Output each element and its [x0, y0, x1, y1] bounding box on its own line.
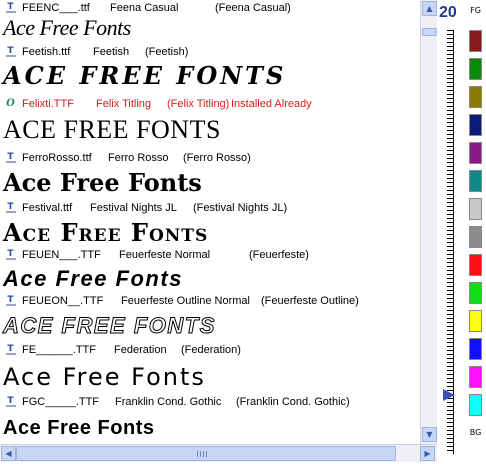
font-file: Festival.ttf — [22, 202, 73, 214]
bg-label: BG — [469, 428, 482, 437]
font-sample: Ace Free Fonts — [3, 266, 183, 291]
color-swatch[interactable] — [469, 366, 482, 388]
font-alias: (Feuerfeste) — [249, 249, 309, 261]
font-file: Felixti.TTF — [22, 98, 74, 110]
font-alias: (Felix Titling) — [167, 98, 230, 110]
fg-label: FG — [470, 6, 481, 15]
font-sample: Ace Free Fonts — [3, 218, 209, 247]
font-file: FEUEN___.TTF — [22, 249, 101, 261]
font-name: Feetish — [93, 46, 130, 58]
font-file: FEENC___.ttf — [22, 2, 90, 14]
font-name: Festival Nights JL — [90, 202, 177, 214]
opentype-icon: O — [6, 98, 15, 109]
scroll-left-button[interactable]: ◀ — [1, 446, 16, 461]
vertical-scroll-thumb[interactable] — [422, 28, 437, 36]
color-swatch[interactable] — [469, 114, 482, 136]
font-sample: Ace Free Fonts — [3, 15, 131, 40]
truetype-icon: T — [5, 396, 16, 407]
size-pointer-icon[interactable] — [443, 389, 455, 401]
font-alias: (Franklin Cond. Gothic) — [236, 396, 350, 408]
font-file: FGC_____.TTF — [22, 396, 100, 408]
horizontal-scroll-thumb[interactable] — [16, 446, 396, 461]
font-alias: (Feetish) — [145, 46, 189, 58]
truetype-icon: T — [5, 46, 16, 57]
font-name: Feuerfeste Normal — [119, 249, 211, 261]
color-swatch[interactable] — [469, 198, 482, 220]
font-sample: ACE FREE FONTS — [3, 313, 216, 339]
font-name: Feena Casual — [110, 2, 179, 14]
scroll-down-button[interactable]: ▼ — [422, 427, 437, 442]
font-sample: Ace Free Fonts — [3, 168, 202, 197]
font-name: Feuerfeste Outline Normal — [121, 295, 250, 307]
font-sample: Ace Free Fonts — [3, 61, 287, 90]
font-file: FE______.TTF — [22, 344, 96, 356]
truetype-icon: T — [5, 2, 16, 13]
vertical-scrollbar[interactable]: ▲ ▼ — [420, 0, 438, 444]
font-alias: (Feena Casual) — [215, 2, 291, 14]
font-file: FerroRosso.ttf — [22, 152, 92, 164]
truetype-icon: T — [5, 152, 16, 163]
font-size-value: 20 — [439, 4, 457, 21]
truetype-icon: T — [5, 249, 16, 260]
color-swatch[interactable] — [469, 394, 482, 416]
grip-icon — [197, 451, 207, 457]
color-swatch[interactable] — [469, 282, 482, 304]
font-alias: (Feuerfeste Outline) — [261, 295, 359, 307]
color-swatch[interactable] — [469, 142, 482, 164]
color-swatch[interactable] — [469, 338, 482, 360]
scroll-right-button[interactable]: ▶ — [420, 446, 435, 461]
font-file: FEUEON__.TTF — [22, 295, 104, 307]
font-alias: (Ferro Rosso) — [183, 152, 251, 164]
truetype-icon: T — [5, 295, 16, 306]
font-name: Felix Titling — [96, 98, 152, 110]
truetype-icon: T — [5, 202, 16, 213]
scroll-up-button[interactable]: ▲ — [422, 1, 437, 16]
color-swatch[interactable] — [469, 170, 482, 192]
font-sample: Ace Free Fonts — [3, 417, 155, 439]
color-swatch[interactable] — [469, 254, 482, 276]
size-color-panel: 20 FG BG — [437, 0, 486, 464]
color-swatch[interactable] — [469, 226, 482, 248]
font-alias: (Federation) — [181, 344, 241, 356]
horizontal-scrollbar[interactable]: ◀ ▶ — [0, 444, 437, 462]
color-swatch[interactable] — [469, 86, 482, 108]
font-name: Ferro Rosso — [108, 152, 169, 164]
truetype-icon: T — [5, 344, 16, 355]
font-file: Feetish.ttf — [22, 46, 71, 58]
font-sample: Ace Free Fonts — [3, 363, 206, 391]
font-name: Federation — [114, 344, 167, 356]
font-name: Franklin Cond. Gothic — [115, 396, 222, 408]
font-list[interactable]: T FEENC___.ttf Feena Casual (Feena Casua… — [0, 0, 420, 444]
color-swatch[interactable] — [469, 30, 482, 52]
color-swatch[interactable] — [469, 58, 482, 80]
status-text: Installed Already — [231, 98, 312, 110]
size-slider[interactable] — [443, 30, 457, 454]
font-alias: (Festival Nights JL) — [193, 202, 288, 214]
color-swatch[interactable] — [469, 310, 482, 332]
font-sample: ACE FREE FONTS — [3, 115, 221, 144]
